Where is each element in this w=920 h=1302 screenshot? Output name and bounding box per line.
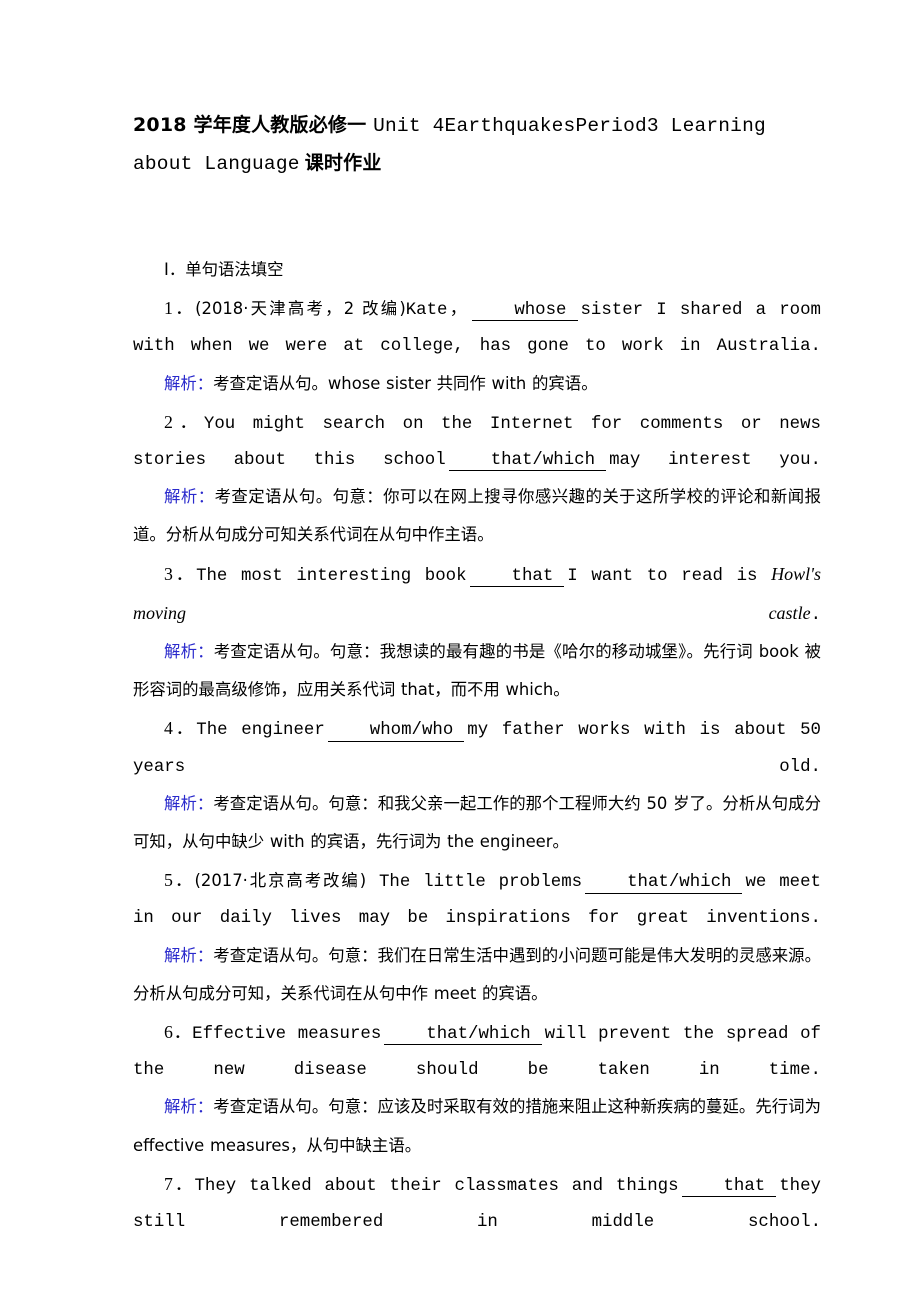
page-title-cn-suffix: 课时作业 xyxy=(304,152,382,174)
question-3-stem-after: I want to read is xyxy=(567,566,772,586)
question-2-answer-blank[interactable]: that/which xyxy=(448,451,607,472)
question-1-source: (2018·天津高考，2 改编) xyxy=(195,299,406,319)
analysis-3: 解析：考查定语从句。句意：我想读的最有趣的书是《哈尔的移动城堡》。先行词 boo… xyxy=(133,634,821,710)
question-1-stem-before: Kate， xyxy=(405,301,470,321)
question-7-number: 7． xyxy=(164,1173,195,1194)
document-body: Ⅰ．单句语法填空 1．(2018·天津高考，2 改编)Kate， whose sis… xyxy=(133,252,821,1241)
question-4: 4．The engineer whom/who my father works wi… xyxy=(133,710,821,785)
question-7: 7．They talked about their classmates and… xyxy=(133,1166,821,1241)
analysis-4-label: 解析： xyxy=(164,793,214,813)
analysis-5-label: 解析： xyxy=(164,945,214,965)
question-3-answer-blank[interactable]: that xyxy=(469,567,565,587)
question-2-number: 2． xyxy=(164,411,204,432)
analysis-1-label: 解析： xyxy=(164,373,214,393)
question-1: 1．(2018·天津高考，2 改编)Kate， whose sister I sha… xyxy=(133,290,821,365)
analysis-6-text: 考查定语从句。句意：应该及时采取有效的措施来阻止这种新疾病的蔓延。先行词为 ef… xyxy=(133,1097,822,1155)
analysis-3-text: 考查定语从句。句意：我想读的最有趣的书是《哈尔的移动城堡》。先行词 book 被… xyxy=(133,642,822,700)
question-3-number: 3． xyxy=(164,563,197,584)
question-3: 3．The most interesting book that I want to… xyxy=(133,556,821,634)
analysis-1: 解析：考查定语从句。whose sister 共同作 with 的宾语。 xyxy=(133,366,821,404)
question-4-number: 4． xyxy=(164,718,197,739)
question-6-number: 6． xyxy=(164,1022,193,1043)
question-2: 2．You might search on the Internet for c… xyxy=(133,404,821,479)
page-title-cn-prefix: 2018 学年度人教版必修一 xyxy=(133,114,374,136)
analysis-6: 解析：考查定语从句。句意：应该及时采取有效的措施来阻止这种新疾病的蔓延。先行词为… xyxy=(133,1089,821,1165)
analysis-1-text: 考查定语从句。whose sister 共同作 with 的宾语。 xyxy=(213,373,598,393)
question-7-answer-blank[interactable]: that xyxy=(681,1177,777,1198)
question-3-stem-tail: . xyxy=(810,605,821,625)
question-1-answer-blank[interactable]: whose xyxy=(472,301,578,322)
analysis-4-text: 考查定语从句。句意：和我父亲一起工作的那个工程师大约 50 岁了。分析从句成分可… xyxy=(133,793,822,852)
document-page: 2018 学年度人教版必修一 Unit 4EarthquakesPeriod3 … xyxy=(0,0,920,1302)
page-title: 2018 学年度人教版必修一 Unit 4EarthquakesPeriod3 … xyxy=(133,107,823,183)
question-4-stem-before: The engineer xyxy=(196,721,325,741)
analysis-2-text: 考查定语从句。句意：你可以在网上搜寻你感兴趣的关于这所学校的评论和新闻报道。分析… xyxy=(133,487,822,545)
question-1-number: 1． xyxy=(164,298,196,319)
question-2-stem-after: may interest you. xyxy=(609,451,821,471)
question-5: 5．(2017·北京高考改编) The little problems that/… xyxy=(133,862,821,937)
analysis-2-label: 解析： xyxy=(164,487,215,507)
question-6-stem-before: Effective measures xyxy=(192,1025,382,1045)
question-6: 6．Effective measures that/which will preve… xyxy=(133,1014,821,1089)
analysis-4: 解析：考查定语从句。句意：和我父亲一起工作的那个工程师大约 50 岁了。分析从句… xyxy=(133,786,821,862)
question-5-answer-blank[interactable]: that/which xyxy=(585,873,743,894)
question-5-source: (2017·北京高考改编) xyxy=(194,871,367,891)
question-5-stem-before: The little problems xyxy=(366,873,583,893)
section-heading: Ⅰ．单句语法填空 xyxy=(164,260,284,279)
analysis-5-text: 考查定语从句。句意：我们在日常生活中遇到的小问题可能是伟大发明的灵感来源。分析从… xyxy=(133,945,822,1003)
analysis-6-label: 解析： xyxy=(164,1097,214,1117)
question-7-stem-before: They talked about their classmates and t… xyxy=(194,1176,679,1196)
analysis-5: 解析：考查定语从句。句意：我们在日常生活中遇到的小问题可能是伟大发明的灵感来源。… xyxy=(133,938,821,1014)
analysis-3-label: 解析： xyxy=(164,642,214,662)
question-5-number: 5． xyxy=(164,870,195,891)
question-3-stem-before: The most interesting book xyxy=(196,566,467,586)
question-4-answer-blank[interactable]: whom/who xyxy=(327,722,465,742)
analysis-2: 解析：考查定语从句。句意：你可以在网上搜寻你感兴趣的关于这所学校的评论和新闻报道… xyxy=(133,479,821,555)
question-6-answer-blank[interactable]: that/which xyxy=(384,1025,542,1046)
